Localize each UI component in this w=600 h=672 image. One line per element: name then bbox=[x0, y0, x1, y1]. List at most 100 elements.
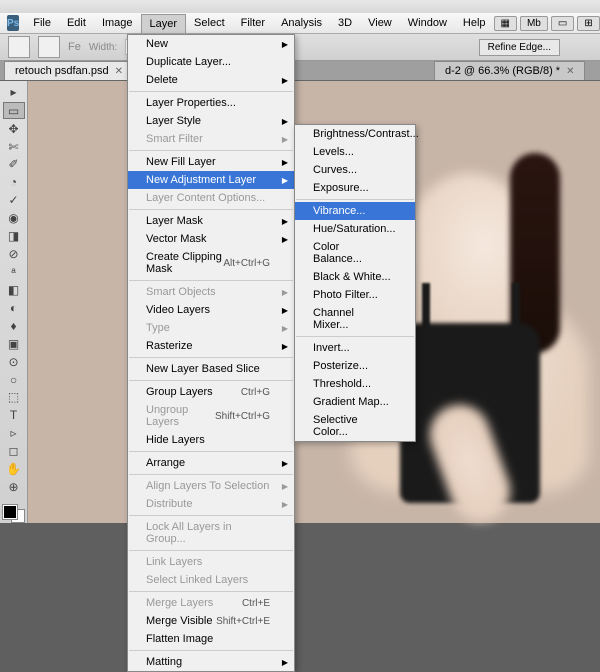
tool-0[interactable]: ▸ bbox=[3, 84, 25, 101]
menu-item-label: Video Layers bbox=[146, 304, 210, 316]
tool-1[interactable]: ▭ bbox=[3, 102, 25, 119]
tool-2[interactable]: ✥ bbox=[3, 120, 25, 137]
mini-bridge-button[interactable]: Mb bbox=[520, 16, 548, 31]
menu-item-label: Align Layers To Selection bbox=[146, 480, 269, 492]
adj-submenu-item-hue-saturation[interactable]: Hue/Saturation... bbox=[295, 220, 415, 238]
tool-7[interactable]: ◉ bbox=[3, 210, 25, 227]
tool-14[interactable]: ▣ bbox=[3, 335, 25, 352]
separator bbox=[129, 209, 293, 210]
layer-menu-item-create-clipping-mask[interactable]: Create Clipping MaskAlt+Ctrl+G bbox=[128, 248, 294, 278]
tool-12[interactable]: ◐ bbox=[3, 299, 25, 316]
layer-menu-item-vector-mask[interactable]: Vector Mask▶ bbox=[128, 230, 294, 248]
adj-submenu-item-color-balance[interactable]: Color Balance... bbox=[295, 238, 415, 268]
layer-menu-item-group-layers[interactable]: Group LayersCtrl+G bbox=[128, 383, 294, 401]
layer-menu-item-smart-filter: Smart Filter▶ bbox=[128, 130, 294, 148]
menu-item-label: Flatten Image bbox=[146, 633, 213, 645]
separator bbox=[129, 591, 293, 592]
tab-document-2[interactable]: d-2 @ 66.3% (RGB/8) * ✕ bbox=[434, 61, 586, 80]
adj-submenu-item-selective-color[interactable]: Selective Color... bbox=[295, 411, 415, 441]
adj-submenu-item-gradient-map[interactable]: Gradient Map... bbox=[295, 393, 415, 411]
refine-edge-button[interactable]: Refine Edge... bbox=[479, 39, 560, 56]
layer-menu-item-matting[interactable]: Matting▶ bbox=[128, 653, 294, 671]
separator bbox=[129, 91, 293, 92]
layer-menu-item-layer-properties[interactable]: Layer Properties... bbox=[128, 94, 294, 112]
layer-menu-item-merge-visible[interactable]: Merge VisibleShift+Ctrl+E bbox=[128, 612, 294, 630]
document-tabs: retouch psdfan.psd ✕ d-2 @ 66.3% (RGB/8)… bbox=[0, 61, 600, 81]
adj-submenu-item-channel-mixer[interactable]: Channel Mixer... bbox=[295, 304, 415, 334]
layer-menu-item-video-layers[interactable]: Video Layers▶ bbox=[128, 301, 294, 319]
layer-menu-dropdown: New▶Duplicate Layer...Delete▶ Layer Prope… bbox=[127, 34, 295, 672]
layer-menu-item-hide-layers[interactable]: Hide Layers bbox=[128, 431, 294, 449]
menu-help[interactable]: Help bbox=[455, 14, 494, 33]
tool-19[interactable]: ▹ bbox=[3, 425, 25, 442]
menu-item-label: Curves... bbox=[313, 164, 357, 176]
submenu-arrow-icon: ▶ bbox=[282, 158, 288, 167]
tool-13[interactable]: ♦ bbox=[3, 317, 25, 334]
menu-filter[interactable]: Filter bbox=[233, 14, 273, 33]
menu-select[interactable]: Select bbox=[186, 14, 233, 33]
color-swatches[interactable] bbox=[3, 505, 25, 524]
layer-menu-item-new-adjustment-layer[interactable]: New Adjustment Layer▶ bbox=[128, 171, 294, 189]
submenu-arrow-icon: ▶ bbox=[282, 40, 288, 49]
adj-submenu-item-exposure[interactable]: Exposure... bbox=[295, 179, 415, 197]
layer-menu-item-delete[interactable]: Delete▶ bbox=[128, 71, 294, 89]
menu-analysis[interactable]: Analysis bbox=[273, 14, 330, 33]
selection-mode-icon[interactable] bbox=[38, 36, 60, 58]
layer-menu-item-new[interactable]: New▶ bbox=[128, 35, 294, 53]
menu-item-label: Threshold... bbox=[313, 378, 371, 390]
tool-17[interactable]: ⬚ bbox=[3, 389, 25, 406]
adj-submenu-item-levels[interactable]: Levels... bbox=[295, 143, 415, 161]
adj-submenu-item-threshold[interactable]: Threshold... bbox=[295, 375, 415, 393]
tool-6[interactable]: ✓ bbox=[3, 192, 25, 209]
menu-image[interactable]: Image bbox=[94, 14, 141, 33]
tool-20[interactable]: ◻ bbox=[3, 443, 25, 460]
menu-item-label: New Layer Based Slice bbox=[146, 363, 260, 375]
tool-18[interactable]: T bbox=[3, 407, 25, 424]
layer-menu-item-distribute: Distribute▶ bbox=[128, 495, 294, 513]
tool-16[interactable]: ○ bbox=[3, 371, 25, 388]
adj-submenu-item-curves[interactable]: Curves... bbox=[295, 161, 415, 179]
tool-preset-icon[interactable] bbox=[8, 36, 30, 58]
tool-11[interactable]: ◧ bbox=[3, 281, 25, 298]
adj-submenu-item-vibrance[interactable]: Vibrance... bbox=[295, 202, 415, 220]
menu-view[interactable]: View bbox=[360, 14, 400, 33]
menu-3d[interactable]: 3D bbox=[330, 14, 360, 33]
guides-icon[interactable]: ⊞ bbox=[577, 16, 599, 31]
extras-icon[interactable]: ▭ bbox=[551, 16, 574, 31]
menu-item-label: Levels... bbox=[313, 146, 354, 158]
tool-21[interactable]: ✋ bbox=[3, 461, 25, 478]
menu-edit[interactable]: Edit bbox=[59, 14, 94, 33]
close-icon[interactable]: ✕ bbox=[115, 66, 123, 77]
adj-submenu-item-posterize[interactable]: Posterize... bbox=[295, 357, 415, 375]
layer-menu-item-layer-content-options: Layer Content Options... bbox=[128, 189, 294, 207]
layer-menu-item-rasterize[interactable]: Rasterize▶ bbox=[128, 337, 294, 355]
tool-22[interactable]: ⊕ bbox=[3, 479, 25, 496]
adj-submenu-item-black-white[interactable]: Black & White... bbox=[295, 268, 415, 286]
tab-document-1[interactable]: retouch psdfan.psd ✕ bbox=[4, 61, 134, 80]
menu-window[interactable]: Window bbox=[400, 14, 455, 33]
tool-5[interactable]: ◔ bbox=[3, 174, 25, 191]
layer-menu-item-new-layer-based-slice[interactable]: New Layer Based Slice bbox=[128, 360, 294, 378]
layer-menu-item-new-fill-layer[interactable]: New Fill Layer▶ bbox=[128, 153, 294, 171]
layer-menu-item-ungroup-layers: Ungroup LayersShift+Ctrl+G bbox=[128, 401, 294, 431]
layer-menu-item-flatten-image[interactable]: Flatten Image bbox=[128, 630, 294, 648]
menu-item-label: Layer Properties... bbox=[146, 97, 236, 109]
tool-4[interactable]: ✐ bbox=[3, 156, 25, 173]
adj-submenu-item-brightness-contrast[interactable]: Brightness/Contrast... bbox=[295, 125, 415, 143]
tool-9[interactable]: ⊘ bbox=[3, 246, 25, 263]
layer-menu-item-duplicate-layer[interactable]: Duplicate Layer... bbox=[128, 53, 294, 71]
adj-submenu-item-photo-filter[interactable]: Photo Filter... bbox=[295, 286, 415, 304]
tool-3[interactable]: ✄ bbox=[3, 138, 25, 155]
close-icon[interactable]: ✕ bbox=[566, 66, 574, 77]
tool-8[interactable]: ◨ bbox=[3, 228, 25, 245]
submenu-arrow-icon: ▶ bbox=[282, 459, 288, 468]
layer-menu-item-layer-style[interactable]: Layer Style▶ bbox=[128, 112, 294, 130]
adj-submenu-item-invert[interactable]: Invert... bbox=[295, 339, 415, 357]
menu-layer[interactable]: Layer bbox=[141, 14, 187, 33]
launch-bridge-icon[interactable]: ▦ bbox=[494, 16, 517, 31]
layer-menu-item-layer-mask[interactable]: Layer Mask▶ bbox=[128, 212, 294, 230]
menu-file[interactable]: File bbox=[25, 14, 59, 33]
tool-10[interactable]: ᵃ bbox=[3, 264, 25, 281]
tool-15[interactable]: ⊙ bbox=[3, 353, 25, 370]
layer-menu-item-arrange[interactable]: Arrange▶ bbox=[128, 454, 294, 472]
